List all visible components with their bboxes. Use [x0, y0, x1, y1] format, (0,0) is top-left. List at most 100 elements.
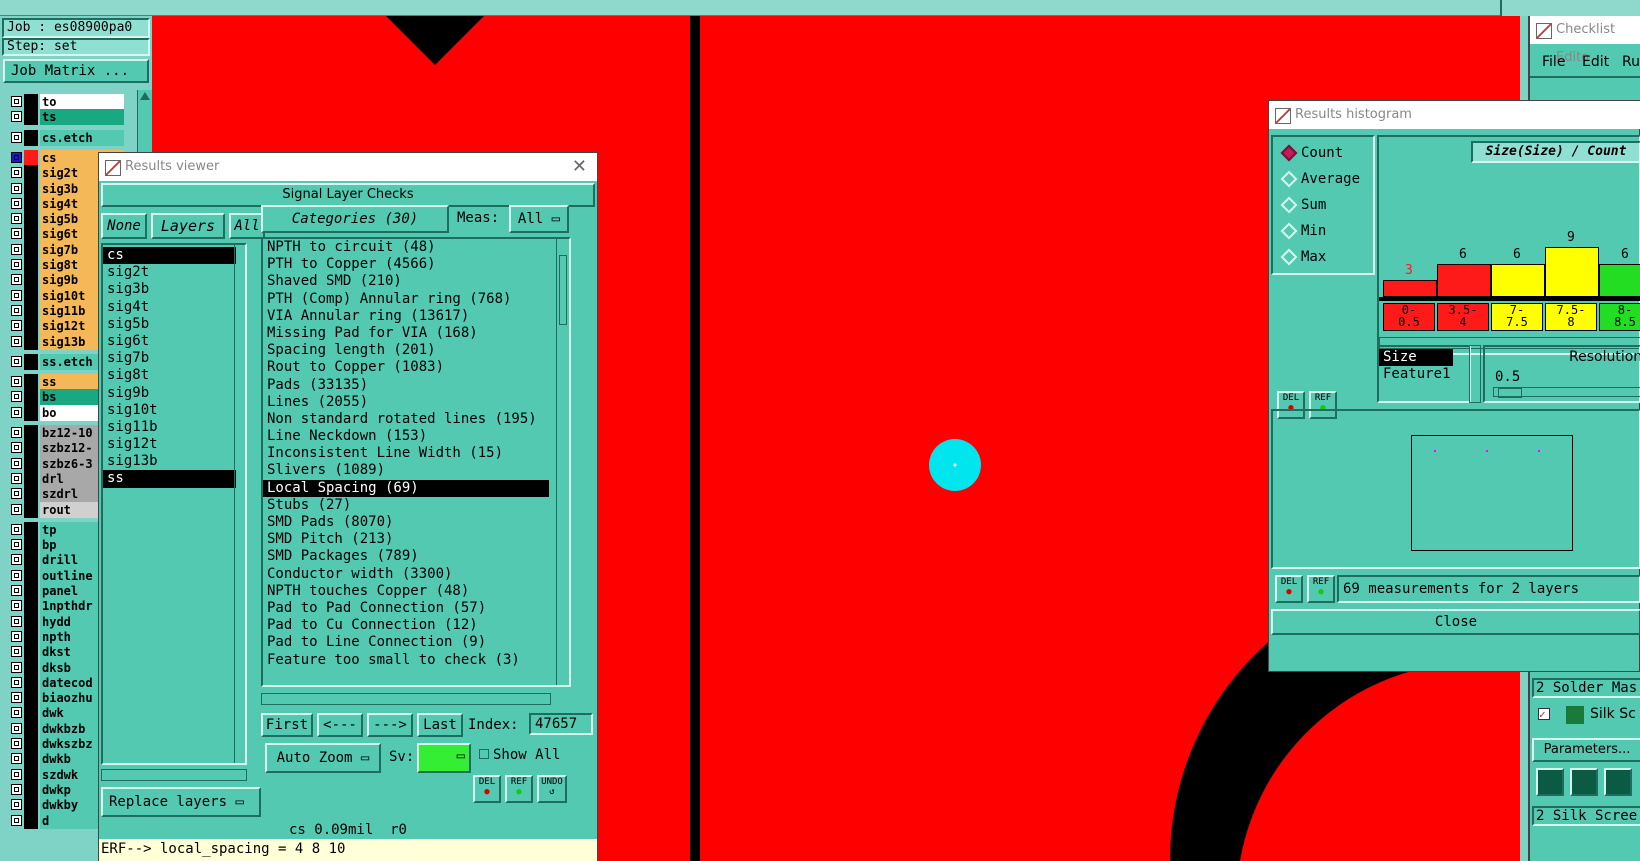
layer-checkbox[interactable] — [11, 376, 22, 388]
layer-color-swatch[interactable] — [24, 690, 38, 707]
layer-checkbox[interactable] — [11, 151, 22, 163]
run-icon-2[interactable] — [1570, 768, 1598, 796]
index-input[interactable]: 47657 — [529, 713, 593, 735]
layer-color-swatch[interactable] — [24, 374, 38, 391]
histogram-titlebar[interactable]: Results histogram — [1269, 101, 1640, 129]
layer-color-swatch[interactable] — [24, 598, 38, 615]
layer-color-swatch[interactable] — [24, 440, 38, 457]
histogram-bar[interactable] — [1437, 264, 1491, 297]
category-item[interactable]: Spacing length (201) — [263, 342, 549, 359]
layer-color-swatch[interactable] — [24, 425, 38, 441]
bin-label[interactable]: 7- 7.5 — [1491, 303, 1543, 331]
layer-checkbox[interactable] — [11, 692, 22, 704]
checklist-row-solder-mask[interactable]: 2 Solder Mas — [1532, 678, 1640, 698]
histogram-bar[interactable] — [1599, 264, 1640, 297]
mode-radio-row[interactable]: Average — [1273, 169, 1373, 191]
layer-color-swatch[interactable] — [24, 766, 38, 783]
layer-checkbox[interactable] — [11, 768, 22, 780]
layer-checkbox[interactable] — [11, 646, 22, 658]
category-item[interactable]: Rout to Copper (1083) — [263, 359, 549, 376]
mode-radio-row[interactable]: Sum — [1273, 195, 1373, 217]
layer-checkbox[interactable] — [11, 554, 22, 566]
layer-checkbox[interactable] — [11, 523, 22, 535]
layer-checkbox[interactable] — [11, 304, 22, 316]
category-hscroll[interactable] — [261, 693, 551, 705]
first-button[interactable]: First — [261, 713, 313, 737]
prev-button[interactable]: <--- — [317, 713, 363, 737]
category-item[interactable]: Lines (2055) — [263, 394, 549, 411]
hist-del-button-2[interactable]: DEL ● — [1275, 575, 1303, 603]
layer-checkbox[interactable] — [11, 391, 22, 403]
layer-checkbox[interactable] — [11, 722, 22, 734]
category-item[interactable]: Local Spacing (69) — [263, 479, 549, 497]
category-item[interactable]: PTH to Copper (4566) — [263, 256, 549, 273]
mode-radio-row[interactable]: Min — [1273, 221, 1373, 243]
layer-checkbox[interactable] — [11, 442, 22, 454]
next-button[interactable]: ---> — [367, 713, 413, 737]
category-scrollbar[interactable] — [556, 239, 569, 685]
layer-checkbox[interactable] — [11, 406, 22, 418]
layer-color-swatch[interactable] — [24, 389, 38, 406]
meas-dropdown[interactable]: All ▭ — [509, 205, 569, 233]
layer-color-swatch[interactable] — [24, 521, 38, 538]
layer-checkbox[interactable] — [11, 488, 22, 500]
category-item[interactable]: Pad to Cu Connection (12) — [263, 617, 549, 634]
category-item[interactable]: Pads (33135) — [263, 377, 549, 394]
layer-checkbox[interactable] — [11, 320, 22, 332]
layer-color-swatch[interactable] — [24, 287, 38, 304]
layer-color-swatch[interactable] — [24, 486, 38, 503]
del-button[interactable]: DEL ● — [473, 775, 501, 803]
category-item[interactable]: Slivers (1089) — [263, 462, 549, 479]
layer-color-swatch[interactable] — [24, 149, 38, 166]
layer-color-swatch[interactable] — [24, 318, 38, 335]
category-item[interactable]: SMD Pads (8070) — [263, 514, 549, 531]
layer-color-swatch[interactable] — [24, 552, 38, 569]
layer-color-swatch[interactable] — [24, 659, 38, 676]
resolution-slider[interactable] — [1493, 387, 1640, 398]
radio-icon[interactable] — [1280, 196, 1298, 214]
auto-zoom-dropdown[interactable]: Auto Zoom ▭ — [265, 743, 381, 773]
layer-result-item[interactable]: cs — [103, 247, 236, 265]
layer-row[interactable]: ts — [0, 109, 150, 126]
scroll-up-arrow[interactable] — [140, 92, 150, 100]
layer-row[interactable]: cs.etch — [0, 129, 150, 146]
layer-checkbox[interactable] — [11, 472, 22, 484]
mode-radio-row[interactable]: Max — [1273, 247, 1373, 269]
category-item[interactable]: PTH (Comp) Annular ring (768) — [263, 291, 549, 308]
layer-color-swatch[interactable] — [24, 537, 38, 554]
layer-checkbox[interactable] — [11, 676, 22, 688]
replace-layers-dropdown[interactable]: Replace layers ▭ — [101, 787, 261, 817]
category-item[interactable]: SMD Pitch (213) — [263, 531, 549, 548]
category-item[interactable]: Inconsistent Line Width (15) — [263, 445, 549, 462]
layer-checkbox[interactable] — [11, 630, 22, 642]
category-item[interactable]: Pad to Line Connection (9) — [263, 634, 549, 651]
layer-color-swatch[interactable] — [24, 705, 38, 722]
ref-button[interactable]: REF ● — [505, 775, 533, 803]
layer-color-swatch[interactable] — [24, 720, 38, 737]
layer-checkbox[interactable] — [11, 131, 22, 143]
layer-color-swatch[interactable] — [24, 353, 38, 370]
layer-color-swatch[interactable] — [24, 613, 38, 630]
layer-checkbox[interactable] — [11, 335, 22, 347]
layer-color-swatch[interactable] — [24, 470, 38, 487]
categories-button[interactable]: Categories (30) — [261, 205, 449, 233]
category-list[interactable]: NPTH to circuit (48) PTH to Copper (4566)… — [261, 237, 571, 687]
histogram-bar[interactable] — [1491, 264, 1545, 297]
layer-color-swatch[interactable] — [24, 583, 38, 599]
layer-color-swatch[interactable] — [24, 195, 38, 212]
layer-color-swatch[interactable] — [24, 94, 38, 110]
layer-result-item[interactable]: sig12t — [103, 436, 236, 453]
category-item[interactable]: Stubs (27) — [263, 497, 549, 514]
layer-result-list[interactable]: cs sig2t sig3b sig4t sig5b sig6t sig7b sig8t sig… — [101, 243, 247, 765]
layer-color-swatch[interactable] — [24, 751, 38, 768]
layer-color-swatch[interactable] — [24, 628, 38, 645]
layer-checkbox[interactable] — [11, 457, 22, 469]
layer-color-swatch[interactable] — [24, 211, 38, 228]
mode-radio-row[interactable]: Count — [1273, 143, 1373, 165]
layer-color-swatch[interactable] — [24, 109, 38, 126]
layer-row[interactable]: to — [0, 94, 150, 110]
bin-label[interactable]: 0- 0.5 — [1383, 303, 1435, 331]
histogram-bar[interactable] — [1383, 280, 1437, 297]
show-all-checkbox[interactable] — [479, 749, 489, 759]
layer-result-item[interactable]: sig10t — [103, 402, 236, 419]
